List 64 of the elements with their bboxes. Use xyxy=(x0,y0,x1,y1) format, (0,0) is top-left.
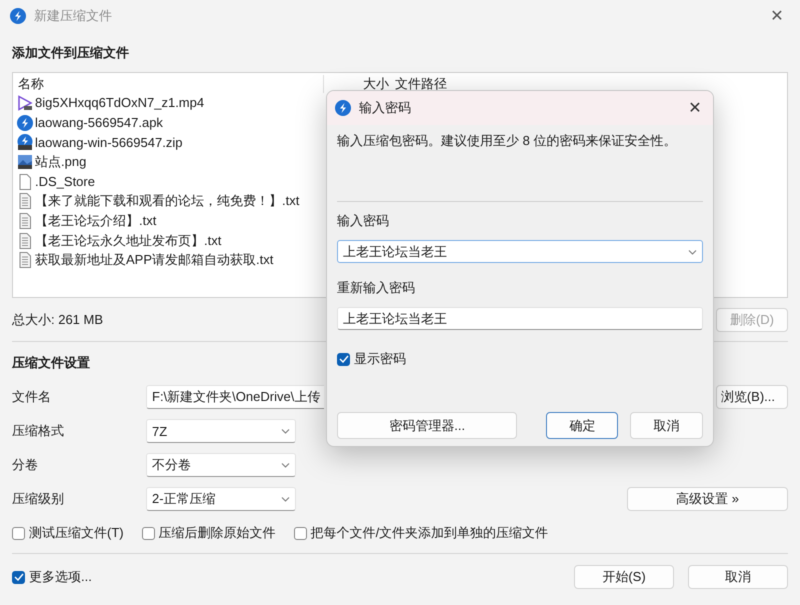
chevron-icon xyxy=(281,462,290,468)
file-name[interactable]: 【老王论坛永久地址发布页】.txt xyxy=(35,232,222,250)
text-file-icon xyxy=(17,252,33,268)
dialog-message: 输入压缩包密码。建议使用至少 8 位的密码来保证安全性。 xyxy=(337,132,678,150)
column-header[interactable]: 名称 xyxy=(13,75,324,93)
checkbox-label[interactable]: 测试压缩文件(T) xyxy=(29,524,124,542)
cancel-button[interactable]: 取消 xyxy=(630,412,703,439)
field-label: 压缩级别 xyxy=(12,490,65,508)
text-file-icon xyxy=(17,232,33,249)
password-field[interactable]: 上老王论坛当老王 xyxy=(337,240,703,263)
password-manager-button[interactable]: 密码管理器... xyxy=(337,412,518,439)
start-button[interactable]: 开始(S) xyxy=(574,565,674,589)
file-name-field[interactable]: F:\新建文件夹\OneDrive\上传 xyxy=(146,385,324,409)
checkbox[interactable] xyxy=(12,526,25,540)
file-name[interactable]: .DS_Store xyxy=(35,174,95,190)
level-select[interactable]: 2-正常压缩 xyxy=(146,487,296,511)
checkbox-label[interactable]: 压缩后删除原始文件 xyxy=(158,524,276,542)
checkbox[interactable] xyxy=(337,352,350,366)
checkbox[interactable] xyxy=(12,570,25,584)
app-icon xyxy=(10,8,26,24)
field-label: 输入密码 xyxy=(337,212,390,230)
chevron-icon xyxy=(281,496,290,502)
format-select[interactable]: 7Z xyxy=(146,419,296,443)
file-name[interactable]: 站点.png xyxy=(35,152,86,171)
section-heading: 压缩文件设置 xyxy=(12,354,90,372)
file-name[interactable]: 【老王论坛介绍】.txt xyxy=(35,212,156,230)
file-name[interactable]: laowang-5669547.apk xyxy=(35,115,163,130)
confirm-password-field[interactable]: 上老王论坛当老王 xyxy=(337,307,703,330)
checkbox[interactable] xyxy=(142,526,155,540)
video-file-icon xyxy=(17,94,33,111)
close-icon[interactable]: ✕ xyxy=(685,98,705,118)
close-icon[interactable]: ✕ xyxy=(762,6,792,26)
checkbox[interactable] xyxy=(294,526,307,540)
blank-file-icon xyxy=(17,174,33,190)
section-heading: 添加文件到压缩文件 xyxy=(12,44,129,62)
field-label: 文件名 xyxy=(12,388,52,406)
checkbox-label[interactable]: 显示密码 xyxy=(354,350,406,368)
app-file-icon xyxy=(17,114,33,131)
chevron-icon xyxy=(281,428,290,434)
advanced-button[interactable]: 高级设置 » xyxy=(627,487,788,511)
file-name[interactable]: 获取最新地址及APP请发邮箱自动获取.txt xyxy=(35,251,274,270)
field-label: 分卷 xyxy=(12,456,39,474)
field-label: 压缩格式 xyxy=(12,422,65,440)
chevron-icon xyxy=(688,248,697,254)
cancel-button[interactable]: 取消 xyxy=(688,565,788,589)
split-select[interactable]: 不分卷 xyxy=(146,453,296,477)
text-file-icon xyxy=(17,212,33,229)
column-header[interactable]: 大小 xyxy=(324,75,395,93)
checkbox-label[interactable]: 更多选项... xyxy=(29,568,92,586)
dialog-title: 输入密码 xyxy=(359,99,412,117)
app-icon xyxy=(335,100,351,116)
image-file-icon xyxy=(17,154,33,170)
browse-button[interactable]: 浏览(B)... xyxy=(716,385,788,409)
column-header[interactable]: 文件路径 xyxy=(395,75,447,93)
field-label: 重新输入密码 xyxy=(337,279,416,297)
text-file-icon xyxy=(17,193,33,210)
checkbox-label[interactable]: 把每个文件/文件夹添加到单独的压缩文件 xyxy=(310,524,548,542)
window-title: 新建压缩文件 xyxy=(34,7,113,25)
archive-icon xyxy=(17,134,33,150)
ok-button[interactable]: 确定 xyxy=(546,412,618,439)
file-name[interactable]: 8ig5XHxqq6TdOxN7_z1.mp4 xyxy=(35,95,204,110)
total-size: 总大小: 261 MB xyxy=(12,311,104,329)
file-name[interactable]: laowang-win-5669547.zip xyxy=(35,134,182,150)
file-name[interactable]: 【来了就能下载和观看的论坛，纯免费！】.txt xyxy=(35,192,300,210)
